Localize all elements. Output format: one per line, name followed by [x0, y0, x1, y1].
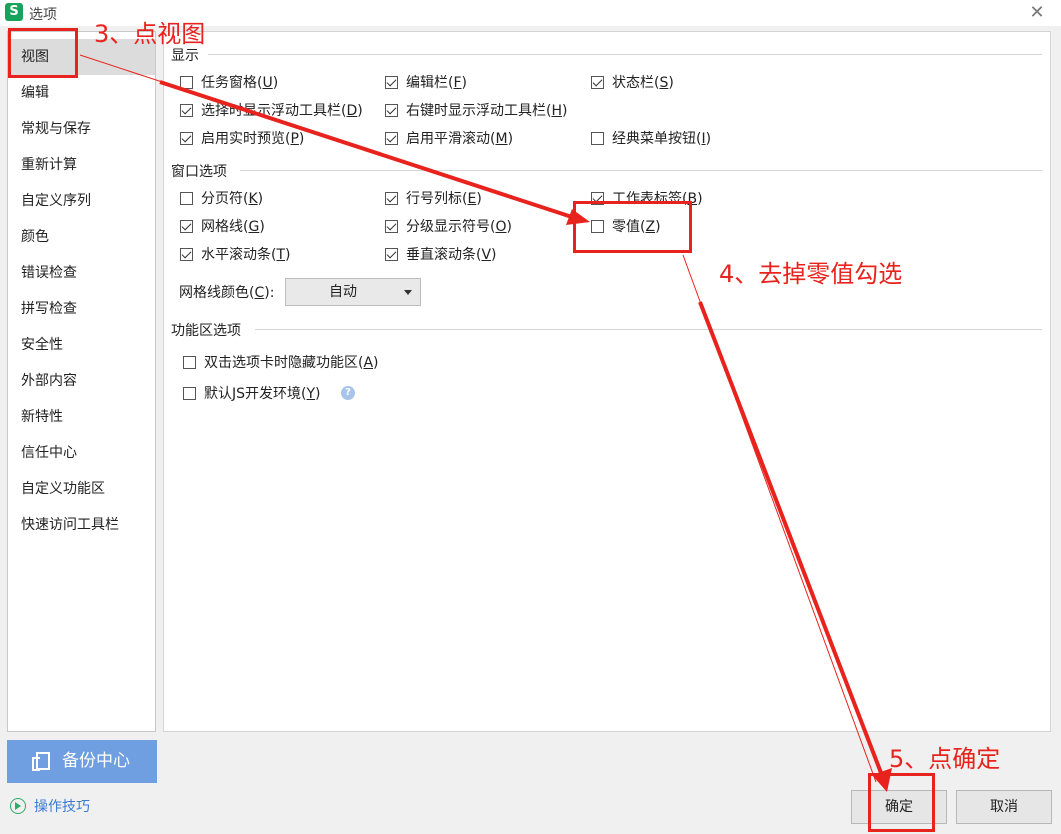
sidebar-item-security[interactable]: 安全性 [8, 327, 155, 363]
tips-label: 操作技巧 [34, 799, 90, 815]
sidebar-item-custom-lists[interactable]: 自定义序列 [8, 183, 155, 219]
annotation-step-5: 5、点确定 [889, 745, 1001, 773]
gridline-color-select[interactable]: 自动 [285, 278, 421, 306]
dropdown-arrow-icon [404, 290, 412, 295]
app-logo-icon: S [5, 3, 23, 21]
checkbox-box [385, 76, 398, 89]
checkbox-box [385, 220, 398, 233]
sidebar-item-custom-ribbon[interactable]: 自定义功能区 [8, 471, 155, 507]
sidebar-item-external-content[interactable]: 外部内容 [8, 363, 155, 399]
checkbox-live-preview[interactable]: 启用实时预览(P) [180, 129, 304, 149]
checkbox-horizontal-scrollbar[interactable]: 水平滚动条(T) [180, 245, 291, 265]
checkbox-smooth-scroll[interactable]: 启用平滑滚动(M) [385, 129, 513, 149]
checkbox-box [183, 387, 196, 400]
sidebar-item-trust-center[interactable]: 信任中心 [8, 435, 155, 471]
sidebar-item-quick-access[interactable]: 快速访问工具栏 [8, 507, 155, 543]
window-title: 选项 [29, 7, 57, 23]
sidebar-item-color[interactable]: 颜色 [8, 219, 155, 255]
help-icon[interactable]: ? [341, 386, 355, 400]
checkbox-float-toolbar-select[interactable]: 选择时显示浮动工具栏(D) [180, 101, 363, 121]
checkbox-page-breaks[interactable]: 分页符(K) [180, 189, 263, 209]
backup-icon [32, 752, 50, 771]
checkbox-zero-values[interactable]: 零值(Z) [591, 217, 661, 237]
options-sidebar: 视图 编辑 常规与保存 重新计算 自定义序列 颜色 错误检查 拼写检查 安全性 … [7, 31, 156, 732]
section-title-ribbon-options: 功能区选项 [171, 320, 247, 340]
play-circle-icon [10, 798, 26, 814]
sidebar-item-spell-check[interactable]: 拼写检查 [8, 291, 155, 327]
cancel-button[interactable]: 取消 [956, 790, 1052, 824]
sidebar-item-general-save[interactable]: 常规与保存 [8, 111, 155, 147]
annotation-step-4: 4、去掉零值勾选 [719, 260, 903, 288]
ok-button[interactable]: 确定 [851, 790, 947, 824]
sidebar-item-recalc[interactable]: 重新计算 [8, 147, 155, 183]
section-divider [240, 170, 1042, 171]
checkbox-box [591, 76, 604, 89]
backup-center-button[interactable]: 备份中心 [7, 740, 157, 783]
checkbox-box [180, 104, 193, 117]
checkbox-float-toolbar-rightclick[interactable]: 右键时显示浮动工具栏(H) [385, 101, 567, 121]
checkbox-box [591, 192, 604, 205]
checkbox-status-bar[interactable]: 状态栏(S) [591, 73, 674, 93]
checkbox-task-pane[interactable]: 任务窗格(U) [180, 73, 278, 93]
checkbox-box [385, 192, 398, 205]
checkbox-row-col-headers[interactable]: 行号列标(E) [385, 189, 482, 209]
checkbox-box [180, 248, 193, 261]
checkbox-box [180, 132, 193, 145]
sidebar-item-error-check[interactable]: 错误检查 [8, 255, 155, 291]
checkbox-vertical-scrollbar[interactable]: 垂直滚动条(V) [385, 245, 497, 265]
tips-link[interactable]: 操作技巧 [10, 797, 90, 817]
checkbox-box [180, 76, 193, 89]
checkbox-box [385, 248, 398, 261]
sidebar-item-edit[interactable]: 编辑 [8, 75, 155, 111]
backup-center-label: 备份中心 [62, 751, 130, 771]
gridline-color-label: 网格线颜色(C): [179, 285, 275, 301]
checkbox-box [591, 132, 604, 145]
checkbox-box [180, 220, 193, 233]
checkbox-box [385, 132, 398, 145]
checkbox-sheet-tabs[interactable]: 工作表标签(B) [591, 189, 703, 209]
checkbox-box [385, 104, 398, 117]
checkbox-outline-symbols[interactable]: 分级显示符号(O) [385, 217, 512, 237]
section-divider [255, 329, 1042, 330]
checkbox-classic-menu[interactable]: 经典菜单按钮(I) [591, 129, 711, 149]
checkbox-formula-bar[interactable]: 编辑栏(F) [385, 73, 467, 93]
sidebar-item-new-features[interactable]: 新特性 [8, 399, 155, 435]
section-title-window-options: 窗口选项 [171, 161, 233, 181]
gridline-color-value: 自动 [329, 284, 357, 300]
checkbox-gridlines[interactable]: 网格线(G) [180, 217, 265, 237]
checkbox-box [180, 192, 193, 205]
close-icon[interactable]: ✕ [1025, 1, 1049, 25]
checkbox-hide-ribbon-dblclick[interactable]: 双击选项卡时隐藏功能区(A) [183, 353, 379, 373]
annotation-step-3: 3、点视图 [94, 20, 206, 48]
checkbox-default-js-env[interactable]: 默认JS开发环境(Y) [183, 384, 321, 404]
checkbox-box [183, 356, 196, 369]
section-divider [208, 54, 1042, 55]
checkbox-box [591, 220, 604, 233]
